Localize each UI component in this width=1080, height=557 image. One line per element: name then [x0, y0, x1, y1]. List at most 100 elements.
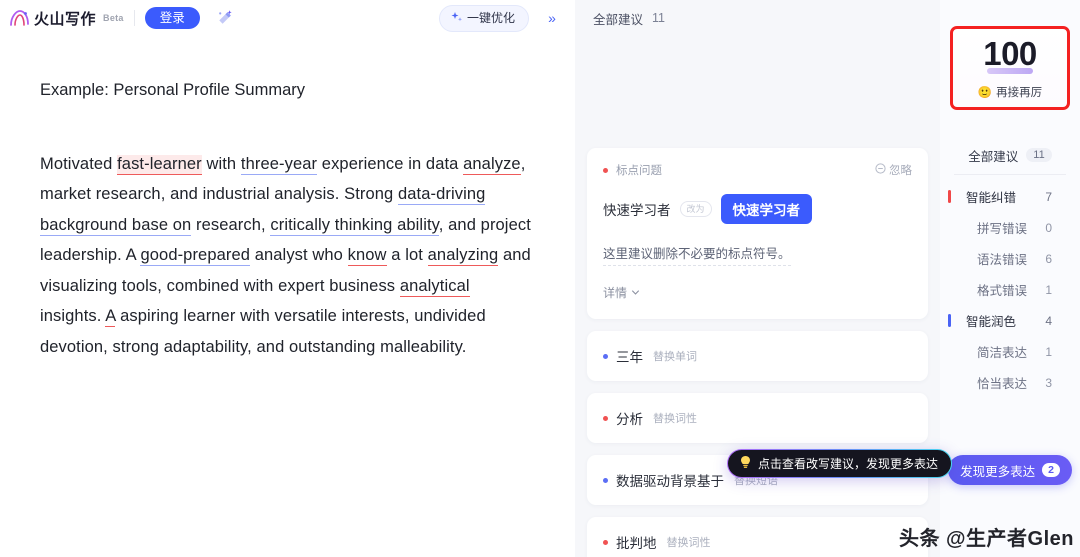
- stats-group-count: 7: [1045, 189, 1052, 204]
- magic-wand-icon[interactable]: [212, 5, 238, 31]
- suggestion-row-word: 分析: [616, 412, 643, 427]
- stats-group-label: 智能纠错: [966, 191, 1017, 205]
- severity-dot-icon: [603, 539, 608, 545]
- toolbar-divider: [133, 10, 135, 26]
- app-logo[interactable]: 火山写作 Beta: [8, 8, 124, 29]
- document-polish-span[interactable]: critically thinking ability: [270, 215, 439, 236]
- suggestion-detail-toggle[interactable]: 详情: [603, 284, 912, 301]
- group-accent-bar: [948, 190, 951, 203]
- suggestion-header-label: 全部建议: [593, 12, 644, 27]
- suggestion-row-tag: 替换词性: [666, 537, 711, 549]
- stats-sub-row[interactable]: 格式错误 1: [940, 274, 1080, 305]
- suggestion-row-word: 三年: [616, 350, 643, 365]
- severity-dot-icon: [603, 353, 608, 359]
- score-value: 100: [983, 34, 1037, 72]
- stats-sub-label: 拼写错误: [977, 222, 1028, 236]
- volcano-logo-icon: [8, 8, 30, 28]
- discover-label: 发现更多表达: [960, 464, 1036, 479]
- stats-sub-row[interactable]: 拼写错误 0: [940, 212, 1080, 243]
- suggestion-scroll-area[interactable]: 标点问题 忽略 快速学习者 改为 快速学习者 这里建议删除不必要的标点符号。 详…: [575, 36, 940, 557]
- stats-sub-row[interactable]: 恰当表达 3: [940, 367, 1080, 398]
- stats-group-row[interactable]: 智能润色 4: [940, 305, 1080, 336]
- document-polish-span[interactable]: three-year: [240, 154, 318, 175]
- document-paragraph[interactable]: Motivated fast-learner with three-year e…: [40, 149, 535, 363]
- severity-dot-icon: [603, 415, 608, 421]
- discover-more-expressions-button[interactable]: 发现更多表达 2: [948, 455, 1072, 485]
- suggestion-card-active[interactable]: 标点问题 忽略 快速学习者 改为 快速学习者 这里建议删除不必要的标点符号。 详…: [587, 148, 928, 319]
- stats-sub-row[interactable]: 简洁表达 1: [940, 336, 1080, 367]
- document-error-span[interactable]: analytical: [399, 276, 470, 297]
- sparkle-icon: [450, 11, 463, 26]
- document-error-span[interactable]: analyzing: [427, 246, 499, 267]
- stats-sub-label: 格式错误: [977, 284, 1028, 298]
- chevron-double-right-icon: »: [548, 10, 556, 26]
- suggestion-column: 全部建议 11 标点问题 忽略 快速学习者 改为 快速学习者 这里建议删除不必要…: [575, 0, 940, 557]
- document-error-span[interactable]: know: [347, 246, 387, 267]
- beta-tag: Beta: [103, 13, 124, 23]
- stats-group-label: 智能润色: [966, 315, 1017, 329]
- app-title: 火山写作: [34, 10, 97, 28]
- suggestion-replacement-row: 快速学习者 改为 快速学习者: [603, 194, 912, 224]
- suggestion-header-count: 11: [652, 11, 665, 25]
- watermark: 头条 @生产者Glen: [898, 528, 1074, 550]
- stats-sub-count: 3: [1045, 375, 1052, 390]
- toolbar-right-group: 一键优化 »: [438, 4, 565, 32]
- suggestion-row[interactable]: 分析 替换词性: [587, 393, 928, 443]
- rewrite-hint-tooltip[interactable]: 点击查看改写建议，发现更多表达: [727, 449, 952, 478]
- stats-sub-label: 简洁表达: [977, 346, 1028, 360]
- stats-sub-row[interactable]: 语法错误 6: [940, 243, 1080, 274]
- stats-all-count: 11: [1026, 148, 1052, 162]
- suggestion-row[interactable]: 批判地 替换词性: [587, 517, 928, 557]
- app-root: 火山写作 Beta 登录 一键优化 » Example: Personal Pr…: [0, 0, 1080, 557]
- suggestion-row[interactable]: 三年 替换单词: [587, 331, 928, 381]
- stats-all-suggestions-row[interactable]: 全部建议 11: [940, 140, 1080, 170]
- score-card: 100 🙂 再接再厉: [950, 26, 1070, 110]
- chevron-down-icon: [631, 286, 640, 300]
- suggestion-description: 这里建议删除不必要的标点符号。: [603, 244, 791, 266]
- score-underline-decoration: [987, 67, 1033, 74]
- suggestion-row-word: 数据驱动背景基于: [616, 474, 724, 489]
- suggestion-list-header: 全部建议 11: [575, 0, 940, 36]
- score-caption-text: 再接再厉: [996, 86, 1043, 99]
- document-error-span[interactable]: analyze: [463, 154, 521, 175]
- suggestion-card-header: 标点问题 忽略: [603, 162, 912, 178]
- stats-sub-label: 语法错误: [977, 253, 1028, 267]
- score-caption: 🙂 再接再厉: [978, 84, 1042, 100]
- lightbulb-icon: [739, 455, 752, 472]
- editor-column: 火山写作 Beta 登录 一键优化 » Example: Personal Pr…: [0, 0, 575, 557]
- login-button[interactable]: 登录: [144, 6, 200, 30]
- group-accent-bar: [948, 314, 951, 327]
- suggestion-row-tag: 替换单词: [653, 351, 697, 363]
- change-to-pill: 改为: [679, 201, 712, 217]
- stats-column: 100 🙂 再接再厉 全部建议 11 智能纠错 7 拼写错误 0 语法错误 6 格式错误 1 智…: [940, 0, 1080, 557]
- detail-label: 详情: [603, 286, 628, 300]
- document-title: Example: Personal Profile Summary: [40, 81, 306, 99]
- document-error-span[interactable]: A: [105, 307, 116, 328]
- ignore-button[interactable]: 忽略: [875, 162, 912, 178]
- document-polish-span[interactable]: good-prepared: [140, 246, 251, 267]
- stats-all-label: 全部建议: [968, 149, 1019, 164]
- stats-sub-count: 0: [1045, 220, 1052, 235]
- stats-group-row[interactable]: 智能纠错 7: [940, 181, 1080, 212]
- stats-sub-label: 恰当表达: [977, 377, 1028, 391]
- suggestion-type-label: 标点问题: [616, 165, 662, 177]
- expand-panel-button[interactable]: »: [539, 5, 565, 31]
- document-error-highlight-span[interactable]: fast-learner: [117, 154, 202, 175]
- suggestion-row-list: 三年 替换单词 分析 替换词性 数据驱动背景基于 替换短语 批判地 替换词性: [587, 331, 928, 557]
- one-click-optimize-button[interactable]: 一键优化: [438, 4, 529, 32]
- apply-replacement-button[interactable]: 快速学习者: [720, 194, 813, 224]
- discover-badge: 2: [1042, 463, 1060, 477]
- original-text: 快速学习者: [603, 203, 671, 218]
- document-editor[interactable]: Example: Personal Profile Summary Motiva…: [0, 36, 575, 557]
- stats-group-list: 智能纠错 7 拼写错误 0 语法错误 6 格式错误 1 智能润色 4 简洁表达 1 恰当表达 3: [940, 181, 1080, 398]
- one-click-optimize-label: 一键优化: [466, 11, 515, 25]
- suggestion-row-tag: 替换词性: [653, 413, 697, 425]
- severity-dot-icon: [603, 477, 608, 483]
- stats-sub-count: 6: [1045, 251, 1052, 266]
- ignore-label: 忽略: [889, 165, 912, 177]
- rewrite-hint-text: 点击查看改写建议，发现更多表达: [758, 457, 939, 471]
- minus-circle-icon: [875, 163, 886, 177]
- score-value-wrap: 100: [983, 34, 1037, 74]
- smiley-icon: 🙂: [977, 86, 993, 99]
- severity-dot-icon: [603, 167, 608, 173]
